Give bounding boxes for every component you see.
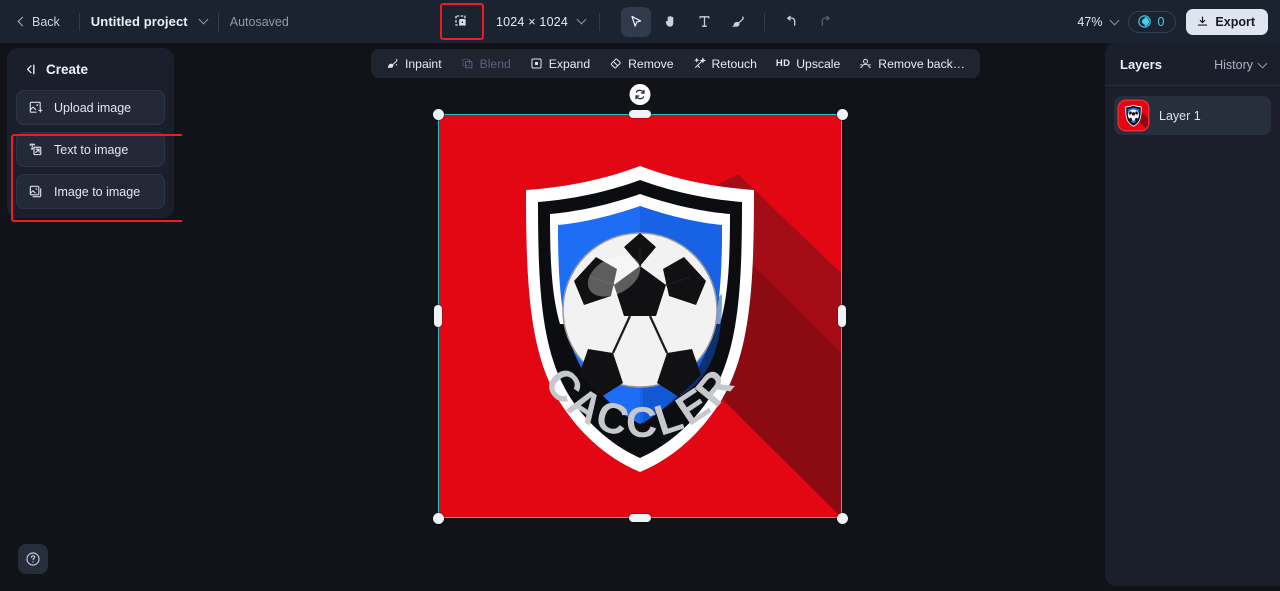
undo-button[interactable] bbox=[776, 7, 806, 37]
create-panel-items: Upload image Text to image Image to imag… bbox=[7, 90, 174, 209]
resize-handle-bottom[interactable] bbox=[629, 514, 651, 522]
create-item-label: Image to image bbox=[54, 184, 141, 199]
canvas-area[interactable]: CACCLER bbox=[182, 43, 1098, 591]
divider bbox=[78, 12, 80, 31]
create-item-image-to-image[interactable]: Image to image bbox=[16, 174, 165, 209]
back-button[interactable]: Back bbox=[13, 10, 68, 34]
chevron-down-icon bbox=[198, 14, 209, 24]
image-upload-icon bbox=[29, 101, 43, 113]
resize-handle-right[interactable] bbox=[838, 305, 846, 327]
toolbar-item-label: Remove bbox=[628, 56, 674, 71]
create-item-text-to-image[interactable]: Text to image bbox=[16, 132, 165, 167]
text-to-image-icon bbox=[29, 143, 42, 156]
tool-group bbox=[621, 6, 840, 37]
autosaved-status: Autosaved bbox=[229, 14, 289, 29]
divider bbox=[764, 12, 766, 31]
chevron-down-icon bbox=[576, 14, 587, 24]
create-item-label: Upload image bbox=[54, 100, 132, 115]
project-menu-button[interactable] bbox=[198, 13, 209, 31]
resize-handle-bottom-right[interactable] bbox=[836, 512, 848, 524]
hand-pan-tool-button[interactable] bbox=[655, 7, 685, 37]
chevron-down-icon bbox=[1110, 15, 1120, 25]
create-item-upload-image[interactable]: Upload image bbox=[16, 90, 165, 125]
zoom-level-label: 47% bbox=[1077, 14, 1103, 29]
top-bar-center-group: 1024 × 1024 bbox=[439, 3, 840, 40]
top-bar-right-group: 47% 0 Export bbox=[1077, 8, 1268, 35]
text-tool-button[interactable] bbox=[689, 7, 719, 37]
download-icon bbox=[1198, 16, 1208, 26]
back-button-label: Back bbox=[32, 14, 60, 29]
blend-icon bbox=[462, 58, 472, 69]
layer-thumbnail bbox=[1119, 101, 1148, 130]
layer-row[interactable]: Layer 1 bbox=[1114, 96, 1271, 135]
layers-panel: Layers History Layer 1 bbox=[1105, 43, 1280, 586]
canvas-action-toolbar: Inpaint Blend Expand Remove Retouch HD U… bbox=[371, 49, 980, 78]
resize-handle-top-left[interactable] bbox=[432, 108, 444, 120]
credit-coin-icon bbox=[1138, 15, 1152, 28]
toolbar-item-label: Expand bbox=[548, 56, 591, 71]
create-panel: Create Upload image Text to image Image … bbox=[7, 48, 186, 222]
toolbar-item-label: Remove back… bbox=[878, 56, 965, 71]
rotate-handle[interactable] bbox=[629, 84, 651, 105]
remove-background-icon bbox=[860, 58, 872, 68]
zoom-control[interactable]: 47% bbox=[1077, 14, 1120, 29]
toolbar-item-blend[interactable]: Blend bbox=[453, 52, 519, 76]
create-item-label: Text to image bbox=[54, 142, 129, 157]
resize-handle-bottom-left[interactable] bbox=[432, 512, 444, 524]
toolbar-item-expand[interactable]: Expand bbox=[522, 52, 598, 76]
redo-button[interactable] bbox=[810, 7, 840, 37]
help-button[interactable] bbox=[18, 544, 48, 574]
crop-frame-button[interactable] bbox=[447, 7, 477, 37]
selected-image-object[interactable]: CACCLER bbox=[432, 84, 848, 524]
layers-panel-title: Layers bbox=[1120, 57, 1162, 72]
select-tool-button[interactable] bbox=[621, 6, 652, 37]
top-bar: Back Untitled project Autosaved 1024 × 1… bbox=[0, 0, 1280, 43]
rotate-icon bbox=[635, 89, 645, 100]
retouch-sparkle-icon bbox=[693, 57, 706, 68]
canvas-size-label[interactable]: 1024 × 1024 bbox=[496, 15, 568, 29]
help-question-icon bbox=[26, 552, 40, 566]
selection-bounding-box bbox=[438, 114, 842, 518]
inpaint-brush-icon bbox=[387, 58, 398, 68]
toolbar-item-inpaint[interactable]: Inpaint bbox=[378, 52, 450, 76]
layers-list: Layer 1 bbox=[1105, 86, 1280, 145]
project-name[interactable]: Untitled project bbox=[91, 14, 188, 29]
crop-tool-highlight bbox=[439, 3, 484, 40]
layers-panel-header: Layers History bbox=[1105, 43, 1280, 86]
export-button[interactable]: Export bbox=[1186, 8, 1268, 35]
export-button-label: Export bbox=[1215, 14, 1255, 29]
history-label: History bbox=[1214, 57, 1253, 72]
create-panel-title: Create bbox=[46, 62, 89, 77]
top-bar-left-group: Back Untitled project Autosaved bbox=[0, 10, 289, 34]
toolbar-item-upscale[interactable]: HD Upscale bbox=[768, 52, 848, 76]
resize-handle-top[interactable] bbox=[629, 110, 651, 118]
toolbar-item-remove-background[interactable]: Remove back… bbox=[851, 52, 973, 76]
layer-name: Layer 1 bbox=[1159, 108, 1201, 123]
toolbar-item-remove[interactable]: Remove bbox=[601, 52, 681, 76]
credits-badge[interactable]: 0 bbox=[1128, 10, 1177, 33]
divider bbox=[599, 12, 601, 31]
toolbar-item-retouch[interactable]: Retouch bbox=[685, 52, 765, 76]
canvas-size-dropdown[interactable] bbox=[576, 13, 587, 31]
divider bbox=[217, 12, 219, 31]
credits-count: 0 bbox=[1157, 14, 1165, 29]
toolbar-item-label: Retouch bbox=[711, 56, 757, 71]
image-editor-app: Back Untitled project Autosaved 1024 × 1… bbox=[0, 0, 1280, 591]
resize-handle-left[interactable] bbox=[434, 305, 442, 327]
brush-tool-button[interactable] bbox=[723, 7, 753, 37]
expand-frame-icon bbox=[531, 58, 542, 69]
image-to-image-icon bbox=[29, 185, 42, 198]
chevron-down-icon bbox=[1257, 58, 1268, 68]
toolbar-item-label: Blend bbox=[479, 56, 511, 71]
eraser-icon bbox=[610, 58, 621, 69]
toolbar-item-label: Inpaint bbox=[405, 56, 442, 71]
toolbar-item-label: Upscale bbox=[796, 56, 841, 71]
collapse-panel-icon bbox=[26, 64, 35, 75]
create-panel-header: Create bbox=[7, 48, 174, 90]
history-dropdown[interactable]: History bbox=[1214, 57, 1268, 72]
hd-upscale-icon: HD bbox=[775, 58, 791, 69]
chevron-left-icon bbox=[17, 16, 28, 27]
resize-handle-top-right[interactable] bbox=[836, 108, 848, 120]
